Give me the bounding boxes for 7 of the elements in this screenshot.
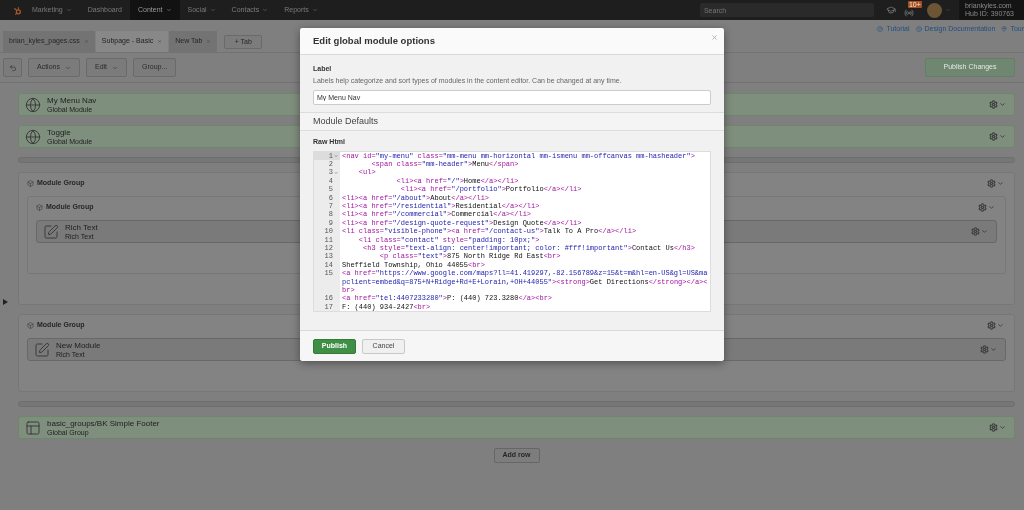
module-title: New Module bbox=[56, 341, 101, 350]
module-title: My Menu Nav bbox=[47, 96, 97, 105]
modal-title: Edit global module options bbox=[313, 33, 435, 48]
section-title: Module Defaults bbox=[313, 114, 379, 128]
module-title: Rich Text bbox=[65, 223, 98, 232]
module-title: basic_groups/BK Simple Footer bbox=[47, 419, 160, 428]
module-title: Toggle bbox=[47, 128, 71, 137]
